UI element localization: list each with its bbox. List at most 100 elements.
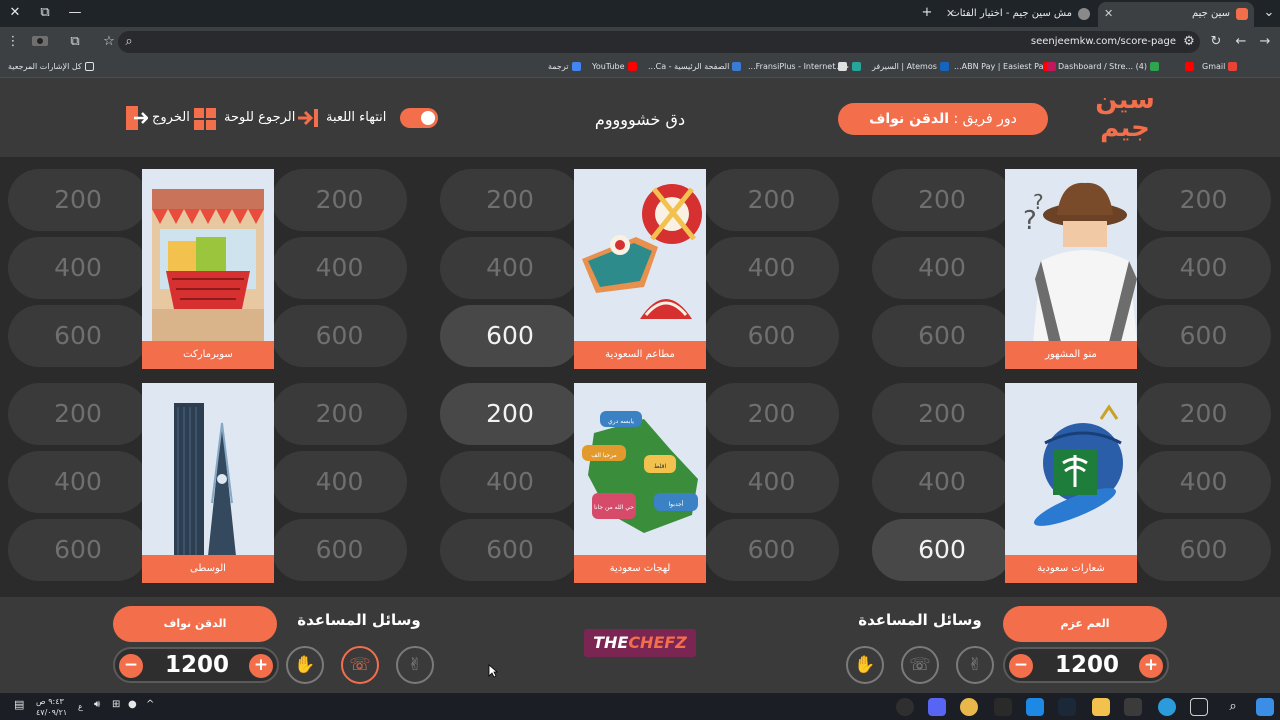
call-friend-help-icon[interactable]: ☏ <box>341 646 379 684</box>
all-bookmarks[interactable]: كل الإشارات المرجعية <box>8 60 94 74</box>
question-600-cat0-left[interactable]: 600 <box>8 305 148 367</box>
peace-hand-help-icon[interactable]: ✌ <box>396 646 434 684</box>
question-400-cat4-right[interactable]: 400 <box>704 451 839 513</box>
close-tab-icon[interactable]: ✕ <box>1104 2 1113 25</box>
store-icon[interactable] <box>1124 698 1142 716</box>
bookmark-item[interactable]: Dashboard / Stre... (4) <box>1058 60 1159 74</box>
bookmark-item[interactable]: الصفحة الرئيسية - Ca... <box>648 60 742 74</box>
address-bar[interactable]: ☆ ⌕ seenjeemkw.com/score-page ⚙ <box>103 31 1200 53</box>
question-600-cat1-right[interactable]: 600 <box>704 305 839 367</box>
new-tab-icon[interactable]: + <box>916 4 938 22</box>
question-600-cat0-right[interactable]: 600 <box>272 305 407 367</box>
edge-icon[interactable] <box>1158 698 1176 716</box>
question-400-cat5-right[interactable]: 400 <box>1136 451 1271 513</box>
question-400-cat0-left[interactable]: 400 <box>8 237 148 299</box>
increase-score-button[interactable]: + <box>1139 654 1163 678</box>
question-200-cat0-left[interactable]: 200 <box>8 169 148 231</box>
tab-seenjeem[interactable]: ✕ سين جيم <box>1098 2 1254 27</box>
network-icon[interactable]: ⊞ <box>112 700 120 710</box>
peace-hand-help-icon[interactable]: ✌ <box>956 646 994 684</box>
question-400-cat2-right[interactable]: 400 <box>1136 237 1271 299</box>
question-400-cat4-left[interactable]: 400 <box>440 451 580 513</box>
question-400-cat1-left[interactable]: 400 <box>440 237 580 299</box>
microphone-icon[interactable]: ● <box>128 700 137 710</box>
task-view-icon[interactable] <box>1190 698 1208 716</box>
question-400-cat2-left[interactable]: 400 <box>872 237 1012 299</box>
bookmark-item[interactable]: ABN Pay | Easiest Pa... <box>954 60 1056 74</box>
discord-icon[interactable] <box>928 698 946 716</box>
question-200-cat2-right[interactable]: 200 <box>1136 169 1271 231</box>
question-600-cat4-left[interactable]: 600 <box>440 519 580 581</box>
question-600-cat1-left[interactable]: 600 <box>440 305 580 367</box>
question-200-cat3-left[interactable]: 200 <box>8 383 148 445</box>
minimize-window-icon[interactable]: — <box>64 4 86 22</box>
extensions-icon[interactable]: ⧉ <box>66 33 84 51</box>
question-400-cat3-left[interactable]: 400 <box>8 451 148 513</box>
question-200-cat5-left[interactable]: 200 <box>872 383 1012 445</box>
question-600-cat5-left[interactable]: 600 <box>872 519 1012 581</box>
back-to-board-link[interactable]: الرجوع للوحة <box>224 106 295 130</box>
start-icon[interactable] <box>1256 698 1274 716</box>
notification-icon[interactable]: ▤ <box>14 699 24 710</box>
question-200-cat1-right[interactable]: 200 <box>704 169 839 231</box>
keyboard-language[interactable]: ع <box>78 702 83 711</box>
question-600-cat4-right[interactable]: 600 <box>704 519 839 581</box>
app-icon[interactable] <box>1026 698 1044 716</box>
bookmark-item[interactable]: ترجمة <box>548 60 581 74</box>
question-600-cat3-left[interactable]: 600 <box>8 519 148 581</box>
question-200-cat3-right[interactable]: 200 <box>272 383 407 445</box>
question-200-cat4-left[interactable]: 200 <box>440 383 580 445</box>
bookmark-item[interactable]: YouTube <box>592 60 637 74</box>
forward-icon[interactable]: → <box>1256 33 1274 51</box>
call-friend-help-icon[interactable]: ☏ <box>901 646 939 684</box>
reload-icon[interactable]: ↻ <box>1207 33 1225 51</box>
tab-categories[interactable]: ✕ مش سين جيم - اختيار الفئات <box>940 2 1096 27</box>
question-600-cat3-right[interactable]: 600 <box>272 519 407 581</box>
url-text[interactable]: seenjeemkw.com/score-page <box>1031 31 1176 53</box>
exit-link[interactable]: الخروج <box>152 106 190 130</box>
search-icon[interactable]: ⌕ <box>1224 698 1242 716</box>
close-window-icon[interactable]: ✕ <box>4 4 26 22</box>
tray-overflow-icon[interactable]: ^ <box>146 700 154 710</box>
zoom-icon[interactable]: ⌕ <box>120 33 138 51</box>
end-game-toggle[interactable] <box>400 108 438 128</box>
decrease-score-button[interactable]: − <box>119 654 143 678</box>
chrome-icon[interactable] <box>960 698 978 716</box>
tab-search-icon[interactable]: ⌄ <box>1258 4 1280 22</box>
bookmark-item[interactable]: Atemos | السيرفر <box>872 60 949 74</box>
question-600-cat5-right[interactable]: 600 <box>1136 519 1271 581</box>
question-200-cat5-right[interactable]: 200 <box>1136 383 1271 445</box>
question-200-cat0-right[interactable]: 200 <box>272 169 407 231</box>
question-200-cat1-left[interactable]: 200 <box>440 169 580 231</box>
steam-icon[interactable] <box>1058 698 1076 716</box>
back-icon[interactable]: ← <box>1232 33 1250 51</box>
close-tab-icon[interactable]: ✕ <box>946 2 955 25</box>
bookmark-item[interactable]: Gmail <box>1202 60 1238 74</box>
file-explorer-icon[interactable] <box>1092 698 1110 716</box>
increase-score-button[interactable]: + <box>249 654 273 678</box>
restore-window-icon[interactable]: ⧉ <box>34 4 56 22</box>
hand-help-icon[interactable]: ✋ <box>846 646 884 684</box>
menu-dots-icon[interactable]: ⋮ <box>4 33 22 51</box>
question-200-cat4-right[interactable]: 200 <box>704 383 839 445</box>
site-info-icon[interactable]: ⚙ <box>1180 33 1198 51</box>
score-control-right: − 1200 + <box>1003 647 1169 683</box>
volume-icon[interactable]: 🔊︎ <box>94 700 100 710</box>
bookmark-item[interactable] <box>1182 60 1194 74</box>
bookmark-item[interactable]: FransiPlus - Internet... <box>748 60 848 74</box>
question-600-cat2-left[interactable]: 600 <box>872 305 1012 367</box>
hand-help-icon[interactable]: ✋ <box>286 646 324 684</box>
bookmark-star-icon[interactable]: ☆ <box>100 33 118 51</box>
question-400-cat3-right[interactable]: 400 <box>272 451 407 513</box>
question-600-cat2-right[interactable]: 600 <box>1136 305 1271 367</box>
obs-icon[interactable] <box>896 698 914 716</box>
clock-time: ٩:٤٣ ص <box>36 697 64 706</box>
decrease-score-button[interactable]: − <box>1009 654 1033 678</box>
question-200-cat2-left[interactable]: 200 <box>872 169 1012 231</box>
question-400-cat0-right[interactable]: 400 <box>272 237 407 299</box>
question-400-cat5-left[interactable]: 400 <box>872 451 1012 513</box>
end-game-link[interactable]: انتهاء اللعبة <box>326 106 386 130</box>
epic-games-icon[interactable] <box>994 698 1012 716</box>
question-400-cat1-right[interactable]: 400 <box>704 237 839 299</box>
profile-avatar[interactable] <box>30 33 50 51</box>
